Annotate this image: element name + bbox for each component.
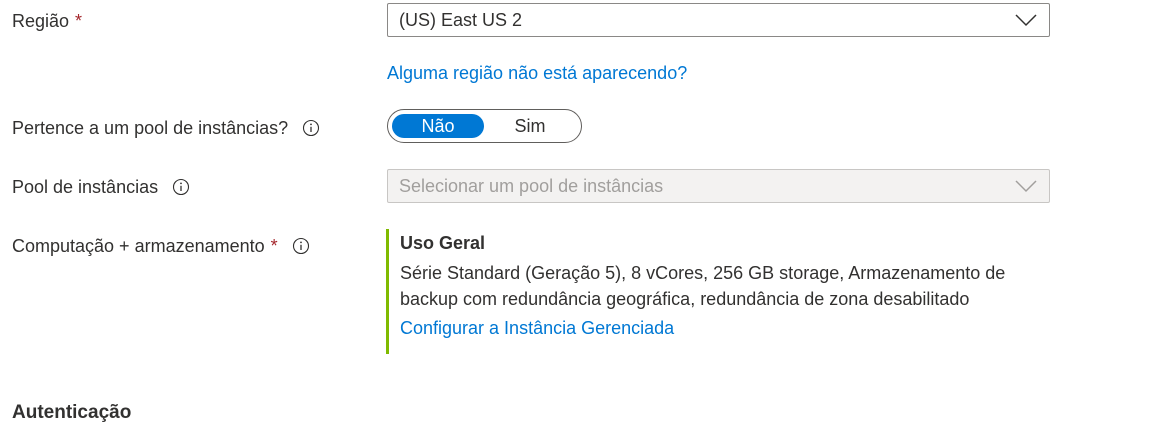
pool-membership-label-row: Pertence a um pool de instâncias? [12,115,320,141]
required-asterisk: * [270,235,278,256]
info-icon[interactable] [172,178,190,196]
instance-pool-label-row: Pool de instâncias [12,174,190,200]
region-label: Região [12,10,70,31]
info-icon[interactable] [302,119,320,137]
toggle-option-nao[interactable]: Não [392,114,484,138]
chevron-down-icon [1015,180,1037,193]
section-title-authentication: Autenticação [12,402,132,423]
compute-storage-label-row: Computação + armazenamento * [12,233,310,259]
toggle-option-sim[interactable]: Sim [484,114,576,138]
compute-storage-card: Uso Geral Série Standard (Geração 5), 8 … [386,229,1066,354]
region-dropdown[interactable]: (US) East US 2 [387,3,1050,37]
region-value: (US) East US 2 [399,9,523,30]
info-icon[interactable] [292,237,310,255]
pool-membership-label: Pertence a um pool de instâncias? [12,117,289,138]
instance-pool-placeholder: Selecionar um pool de instâncias [399,175,664,196]
pool-membership-toggle[interactable]: Não Sim [387,109,582,143]
region-label-row: Região * [12,8,82,34]
compute-storage-label: Computação + armazenamento [12,235,265,256]
tier-description: Série Standard (Geração 5), 8 vCores, 25… [400,263,1006,309]
chevron-down-icon [1015,14,1037,27]
tier-title: Uso Geral [400,233,486,253]
instance-pool-dropdown[interactable]: Selecionar um pool de instâncias [387,169,1050,203]
instance-pool-label: Pool de instâncias [12,176,159,197]
configure-instance-link[interactable]: Configurar a Instância Gerenciada [400,316,1066,340]
required-asterisk: * [75,10,83,31]
region-help-link[interactable]: Alguma região não está aparecendo? [387,63,687,84]
